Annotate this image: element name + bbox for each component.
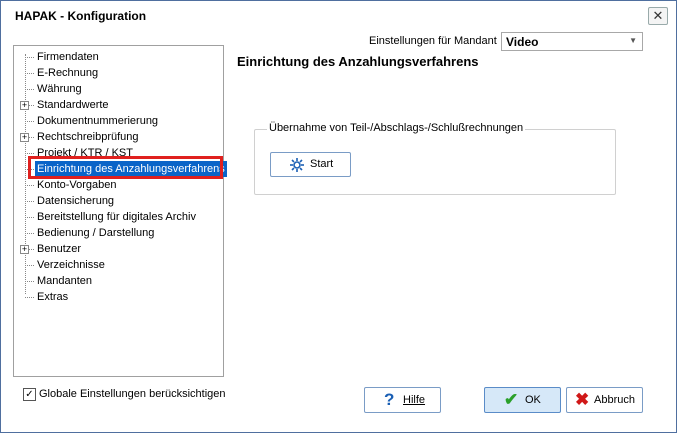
window-title: HAPAK - Konfiguration [15, 9, 147, 23]
groupbox-legend: Übernahme von Teil-/Abschlags-/Schlußrec… [267, 122, 526, 134]
expand-icon[interactable]: + [20, 245, 29, 254]
tree-item-label: Standardwerte [37, 99, 109, 111]
tree-item-e-rechnung[interactable]: E-Rechnung [14, 65, 219, 81]
tree-connector [25, 217, 34, 218]
global-settings-label: Globale Einstellungen berücksichtigen [39, 388, 226, 400]
tree-item-bedienung-darstellung[interactable]: Bedienung / Darstellung [14, 225, 219, 241]
tree-connector [25, 201, 34, 202]
mandant-select[interactable]: Video ▼ [501, 32, 643, 51]
tree-item-label: Verzeichnisse [37, 259, 105, 271]
ok-button[interactable]: ✔ OK [484, 387, 561, 413]
tree-item-bereitstellung-für-digitales-archiv[interactable]: Bereitstellung für digitales Archiv [14, 209, 219, 225]
question-icon: ? [384, 390, 395, 409]
expand-icon[interactable]: + [20, 101, 29, 110]
check-icon: ✔ [504, 390, 519, 409]
gear-icon [290, 158, 304, 172]
help-button[interactable]: ? Hilfe [364, 387, 441, 413]
tree-connector [25, 233, 34, 234]
tree-item-mandanten[interactable]: Mandanten [14, 273, 219, 289]
tree-item-dokumentnummerierung[interactable]: Dokumentnummerierung [14, 113, 219, 129]
tree-item-benutzer[interactable]: + Benutzer [14, 241, 219, 257]
title-bar: HAPAK - Konfiguration ✕ [1, 1, 676, 31]
ok-button-label: OK [525, 394, 541, 406]
close-button[interactable]: ✕ [648, 7, 668, 25]
tree-item-label: E-Rechnung [37, 67, 99, 79]
tree-item-label: Datensicherung [37, 195, 115, 207]
tree-item-konto-vorgaben[interactable]: Konto-Vorgaben [14, 177, 219, 193]
close-icon: ✕ [652, 8, 664, 23]
tree-item-label: Mandanten [37, 275, 93, 287]
tree-connector [25, 121, 34, 122]
global-settings-checkbox[interactable]: ✓ [23, 388, 36, 401]
cancel-button[interactable]: ✖ Abbruch [566, 387, 643, 413]
tree-connector [25, 281, 34, 282]
tree-item-währung[interactable]: Währung [14, 81, 219, 97]
mandant-label: Einstellungen für Mandant [369, 35, 497, 47]
tree-item-firmendaten[interactable]: Firmendaten [14, 49, 219, 65]
tree-item-verzeichnisse[interactable]: Verzeichnisse [14, 257, 219, 273]
settings-tree[interactable]: Firmendaten E-Rechnung Währung + Standardwer… [13, 45, 227, 377]
chevron-down-icon: ▼ [629, 36, 637, 45]
tree-connector [25, 73, 34, 74]
tree-item-label: Benutzer [37, 243, 82, 255]
checkmark-icon: ✓ [25, 389, 34, 400]
tree-connector [25, 297, 34, 298]
tree-item-label: Währung [37, 83, 82, 95]
expand-icon[interactable]: + [20, 133, 29, 142]
close-x-icon: ✖ [575, 390, 590, 409]
cancel-button-label: Abbruch [594, 394, 635, 406]
tree-item-extras[interactable]: Extras [14, 289, 219, 305]
mandant-value: Video [506, 35, 539, 49]
tree-item-datensicherung[interactable]: Datensicherung [14, 193, 219, 209]
config-window: HAPAK - Konfiguration ✕ Firmendaten E-Rec… [0, 0, 677, 433]
tree-item-rechtschreibprüfung[interactable]: + Rechtschreibprüfung [14, 129, 219, 145]
tree-connector [25, 265, 34, 266]
tree-item-label: Rechtschreibprüfung [37, 131, 139, 143]
tree-item-label: Extras [37, 291, 69, 303]
tree-item-standardwerte[interactable]: + Standardwerte [14, 97, 219, 113]
selection-highlight-frame [28, 156, 223, 179]
start-button-label: Start [310, 158, 334, 170]
tree-item-label: Bedienung / Darstellung [37, 227, 155, 239]
tree-item-label: Dokumentnummerierung [37, 115, 159, 127]
tree-item-label: Firmendaten [37, 51, 99, 63]
tree-connector [25, 153, 34, 154]
start-button[interactable]: Start [270, 152, 351, 177]
help-button-label: Hilfe [403, 394, 426, 406]
tree-connector [25, 185, 34, 186]
tree-item-label: Konto-Vorgaben [37, 179, 117, 191]
tree-connector [25, 89, 34, 90]
page-title: Einrichtung des Anzahlungsverfahrens [237, 54, 479, 69]
tree-connector [25, 57, 34, 58]
tree-item-label: Bereitstellung für digitales Archiv [37, 211, 196, 223]
